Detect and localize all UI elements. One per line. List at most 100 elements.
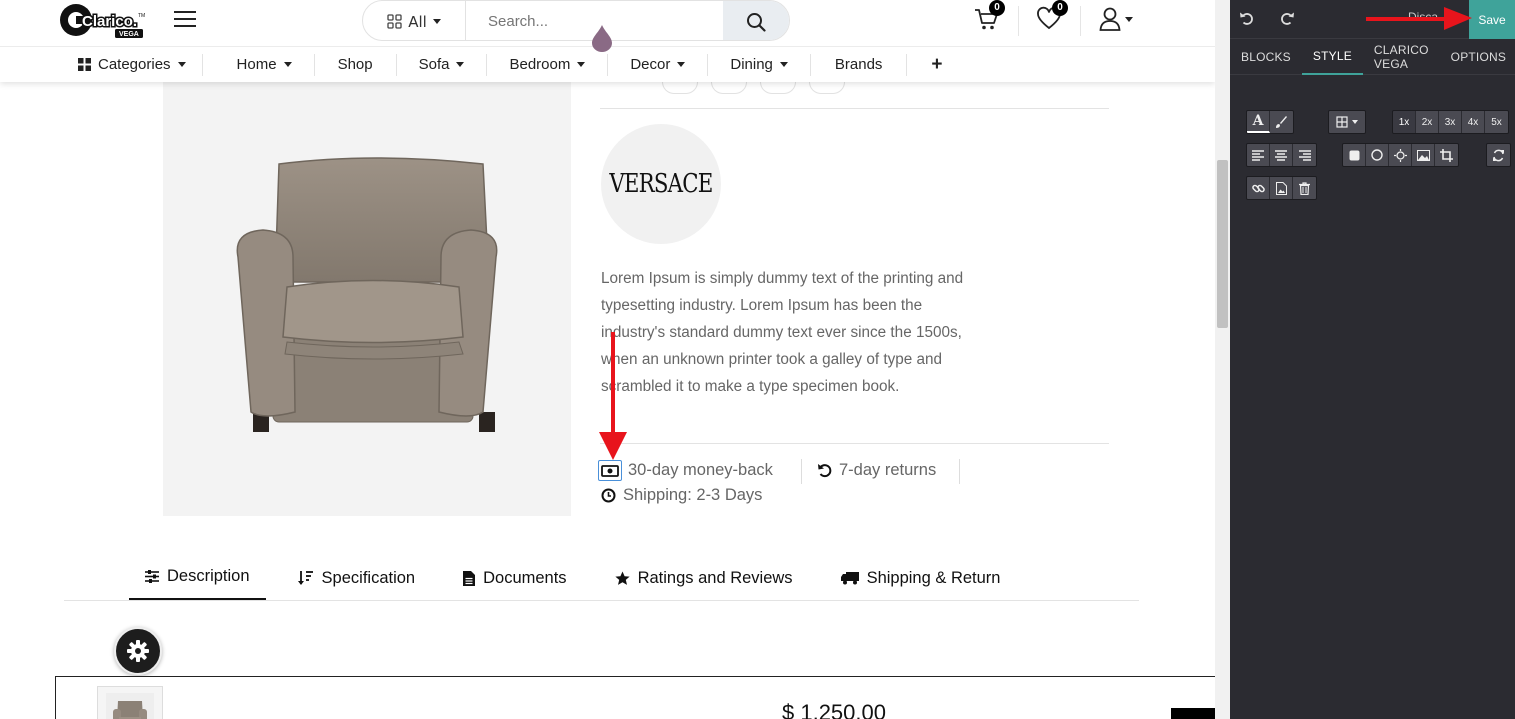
share-button[interactable] [662, 82, 698, 94]
nav-item-categories[interactable]: Categories [62, 53, 203, 76]
tab-shipping-return[interactable]: Shipping & Return [809, 560, 1017, 596]
image-icon [1416, 149, 1430, 161]
circle-icon [1371, 149, 1383, 161]
search-category-dropdown[interactable]: All [363, 1, 465, 40]
nav-item-decor[interactable]: Decor [608, 53, 709, 76]
sliders-icon [145, 570, 159, 583]
undo-icon [818, 464, 832, 478]
delete-button[interactable] [1293, 177, 1316, 199]
nav-item-brands[interactable]: Brands [811, 53, 908, 76]
sun-icon [1393, 148, 1407, 162]
tab-label: Shipping & Return [866, 568, 1001, 587]
replace-image-button[interactable] [1270, 177, 1293, 199]
align-center-button[interactable] [1270, 144, 1293, 166]
feature-returns[interactable]: 7-day returns [817, 461, 936, 480]
tab-label: Description [167, 567, 250, 585]
text-color-button[interactable]: A [1247, 111, 1270, 133]
size-1x-button[interactable]: 1x [1393, 111, 1416, 133]
size-5x-button[interactable]: 5x [1485, 111, 1508, 133]
account-button[interactable] [1099, 6, 1133, 32]
wishlist-button[interactable]: 0 [1036, 0, 1068, 36]
cart-button[interactable]: 0 [973, 0, 1005, 36]
align-right-button[interactable] [1293, 144, 1316, 166]
tabs-divider [64, 600, 1139, 601]
nav-more-button[interactable]: + [907, 54, 966, 76]
shape-rounded-button[interactable] [1343, 144, 1366, 166]
chevron-down-icon [432, 19, 441, 24]
product-description: Lorem Ipsum is simply dummy text of the … [601, 270, 964, 395]
link-button[interactable] [1247, 177, 1270, 199]
align-left-button[interactable] [1247, 144, 1270, 166]
grid-icon [78, 58, 91, 71]
share-button[interactable] [760, 82, 796, 94]
tab-style[interactable]: STYLE [1301, 39, 1363, 75]
trash-icon [1299, 181, 1310, 195]
nav-item-dining[interactable]: Dining [708, 53, 811, 76]
shape-circle-button[interactable] [1366, 144, 1389, 166]
save-button[interactable]: Save [1469, 0, 1515, 39]
nav-item-bedroom[interactable]: Bedroom [487, 53, 609, 76]
align-left-icon [1252, 149, 1264, 161]
replace-button[interactable] [1487, 144, 1510, 166]
tab-documents[interactable]: Documents [431, 560, 582, 596]
divider [600, 443, 1109, 444]
plus-icon: + [931, 53, 943, 75]
tab-options[interactable]: OPTIONS [1440, 39, 1515, 75]
shape-group [1342, 143, 1459, 167]
brand-logo[interactable]: VERSACE [601, 124, 721, 244]
settings-button[interactable] [114, 627, 162, 675]
nav-item-label: Sofa [418, 56, 450, 73]
crop-icon [1440, 148, 1453, 162]
search-bar: All [362, 0, 790, 41]
share-button[interactable] [809, 82, 845, 94]
background-color-button[interactable] [1270, 111, 1293, 133]
scrollbar-thumb[interactable] [1217, 160, 1228, 328]
clarico-logo[interactable]: Clarico. TM VEGA [58, 2, 148, 38]
tab-clarico-vega[interactable]: CLARICO VEGA [1363, 39, 1440, 75]
feature-label: 30-day money-back [628, 461, 773, 479]
tab-specification[interactable]: Specification [266, 560, 432, 596]
element-actions-group [1246, 176, 1317, 200]
feature-shipping[interactable]: Shipping: 2-3 Days [601, 486, 762, 505]
chevron-down-icon [577, 62, 586, 67]
feature-money-back[interactable]: 30-day money-back [601, 461, 773, 480]
feature-label: Shipping: 2-3 Days [623, 486, 763, 504]
nav-item-sofa[interactable]: Sofa [397, 53, 488, 76]
undo-icon[interactable] [1238, 10, 1256, 28]
align-center-icon [1275, 149, 1287, 161]
site-header: Clarico. TM VEGA All 0 [0, 0, 1215, 82]
search-icon [747, 12, 766, 32]
file-icon [463, 570, 476, 586]
star-icon [614, 571, 630, 585]
crop-button[interactable] [1435, 144, 1458, 166]
chevron-down-icon [283, 62, 292, 67]
shadow-button[interactable] [1389, 144, 1412, 166]
product-image[interactable] [163, 82, 571, 516]
wishlist-count-badge: 0 [1052, 0, 1068, 16]
nav-item-shop[interactable]: Shop [315, 53, 397, 76]
nav-item-home[interactable]: Home [203, 53, 315, 76]
share-button[interactable] [711, 82, 747, 94]
page-scrollbar[interactable] [1215, 0, 1230, 719]
layout-dropdown[interactable] [1329, 111, 1365, 133]
tab-ratings-reviews[interactable]: Ratings and Reviews [583, 560, 809, 596]
size-3x-button[interactable]: 3x [1439, 111, 1462, 133]
nav-item-label: Home [236, 56, 277, 73]
grid-icon [387, 14, 402, 29]
hamburger-menu-icon[interactable] [174, 11, 196, 29]
logo-tm: TM [138, 13, 145, 19]
image-button[interactable] [1412, 144, 1435, 166]
tab-blocks[interactable]: BLOCKS [1230, 39, 1302, 75]
tab-description[interactable]: Description [129, 560, 266, 601]
product-tabs: Description Specification Documents Rati… [129, 560, 1016, 601]
size-2x-button[interactable]: 2x [1416, 111, 1439, 133]
size-4x-button[interactable]: 4x [1462, 111, 1485, 133]
drop-marker-icon [592, 25, 612, 52]
font-color-icon: A [1252, 113, 1264, 129]
chevron-down-icon [677, 62, 686, 67]
redo-icon[interactable] [1278, 10, 1296, 28]
search-button[interactable] [723, 1, 789, 40]
sticky-add-to-cart-button[interactable] [1171, 708, 1215, 719]
align-right-icon [1298, 149, 1311, 161]
tab-label: Specification [321, 568, 416, 587]
